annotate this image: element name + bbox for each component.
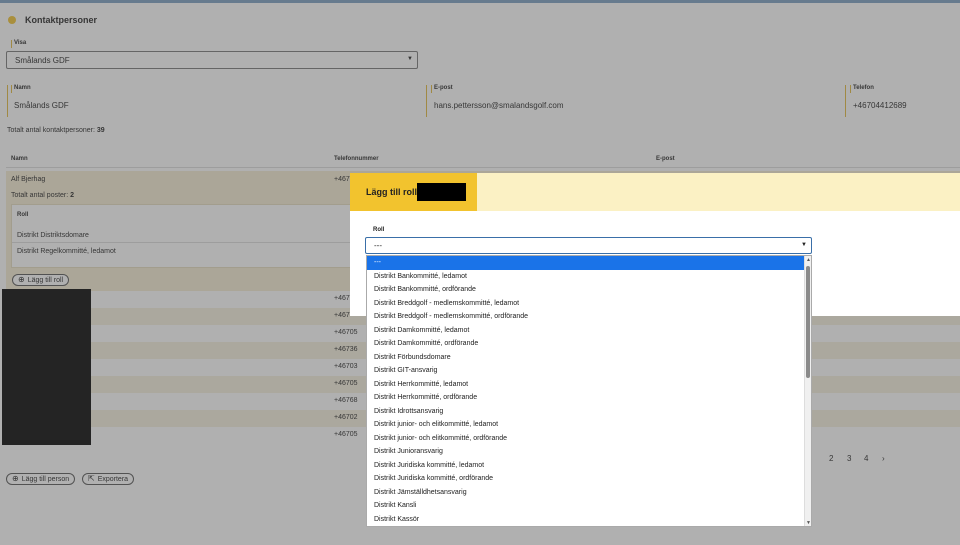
role-option[interactable]: Distrikt Kansli	[367, 499, 811, 513]
redacted-person-name	[417, 183, 466, 201]
role-option[interactable]: Distrikt Bankommitté, ordförande	[367, 283, 811, 297]
role-option[interactable]: Distrikt Idrottsansvarig	[367, 405, 811, 419]
role-field-label: Roll	[373, 227, 385, 233]
role-option[interactable]: ---	[367, 256, 811, 270]
role-select[interactable]: --- ▼	[365, 237, 812, 254]
role-option[interactable]: Distrikt junior- och elitkommitté, ledam…	[367, 418, 811, 432]
chevron-down-icon: ▼	[801, 242, 807, 248]
role-option[interactable]: Distrikt Bankommitté, ledamot	[367, 270, 811, 284]
role-option[interactable]: Distrikt junior- och elitkommitté, ordfö…	[367, 432, 811, 446]
scroll-down-icon[interactable]: ▼	[805, 520, 811, 526]
role-option[interactable]: Distrikt Herrkommitté, ordförande	[367, 391, 811, 405]
role-option[interactable]: Distrikt Breddgolf - medlemskommitté, le…	[367, 297, 811, 311]
role-option[interactable]: Distrikt Förbundsdomare	[367, 351, 811, 365]
role-dropdown-list[interactable]: --- Distrikt Bankommitté, ledamot Distri…	[366, 255, 812, 527]
modal-header: Lägg till roll:	[350, 173, 960, 211]
role-option[interactable]: Distrikt Junioransvarig	[367, 445, 811, 459]
role-option[interactable]: Distrikt Damkommitté, ledamot	[367, 324, 811, 338]
modal-title: Lägg till roll:	[366, 187, 420, 197]
role-option[interactable]: Distrikt Jämställdhetsansvarig	[367, 486, 811, 500]
dropdown-scrollbar[interactable]: ▲ ▼	[804, 256, 811, 526]
role-option[interactable]: Distrikt Juridiska kommitté, ordförande	[367, 472, 811, 486]
role-option[interactable]: Distrikt Kassör	[367, 513, 811, 527]
scrollbar-thumb[interactable]	[806, 266, 810, 378]
role-option[interactable]: Distrikt Damkommitté, ordförande	[367, 337, 811, 351]
role-option[interactable]: Distrikt Juridiska kommitté, ledamot	[367, 459, 811, 473]
role-option[interactable]: Distrikt GIT-ansvarig	[367, 364, 811, 378]
role-option[interactable]: Distrikt Breddgolf - medlemskommitté, or…	[367, 310, 811, 324]
role-select-value: ---	[374, 241, 382, 250]
role-option[interactable]: Distrikt Herrkommitté, ledamot	[367, 378, 811, 392]
scroll-up-icon[interactable]: ▲	[805, 257, 811, 264]
